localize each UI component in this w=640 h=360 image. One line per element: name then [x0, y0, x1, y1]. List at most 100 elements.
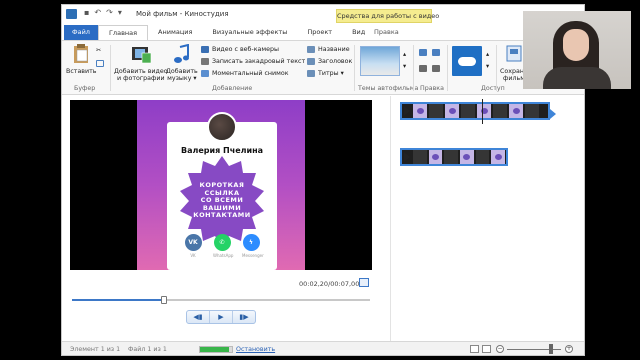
add-video-photos-button[interactable]: Добавить видео и фотографии: [114, 44, 168, 82]
cut-button[interactable]: ✂: [96, 45, 101, 55]
next-frame-button[interactable]: ▮▶: [233, 311, 255, 323]
share-group-label: Доступ: [481, 85, 505, 92]
rotate-left-button[interactable]: [419, 47, 427, 57]
stop-link[interactable]: Остановить: [236, 346, 275, 353]
group-separator: [354, 45, 355, 91]
previous-frame-icon: ◀▮: [193, 313, 203, 321]
trim-icon: [419, 64, 427, 72]
split-button[interactable]: [432, 63, 440, 73]
video-preview[interactable]: Валерия Пчелина КОРОТКАЯ ССЫЛКА СО ВСЕМИ…: [70, 100, 372, 270]
tab-home[interactable]: Главная: [97, 25, 149, 40]
storyboard-playhead[interactable]: [482, 99, 483, 124]
rotate-right-icon: [432, 48, 440, 56]
trim-button[interactable]: [419, 63, 427, 73]
webcam-icon: [201, 45, 209, 53]
seek-bar[interactable]: [72, 296, 370, 304]
clip-frame: [525, 104, 539, 118]
tab-edit[interactable]: Правка: [364, 25, 409, 40]
group-separator: [496, 45, 497, 91]
status-bar: Элемент 1 из 1 Файл 1 из 1 Остановить − …: [62, 341, 584, 355]
title-button[interactable]: Название: [307, 44, 350, 54]
messenger-icon: ϟ: [242, 234, 260, 251]
theme-scroll-down[interactable]: ▾: [403, 61, 406, 71]
next-frame-icon: ▮▶: [239, 313, 249, 321]
add-group-label: Добавление: [212, 85, 253, 92]
webcam-overlay: [523, 11, 631, 89]
credits-button[interactable]: Титры ▾: [307, 68, 344, 78]
camera-icon: [201, 69, 209, 77]
caption-button[interactable]: Заголовок: [307, 56, 352, 66]
quick-access-toolbar: ▪ ↶ ↷ ▾: [84, 8, 122, 17]
share-scroll-up[interactable]: ▴: [486, 49, 489, 59]
preview-frame-content: Валерия Пчелина КОРОТКАЯ ССЫЛКА СО ВСЕМИ…: [137, 100, 305, 270]
save-icon[interactable]: ▪: [84, 8, 89, 17]
add-music-label-2: музыку ▾: [167, 75, 197, 82]
file-progress-fill: [200, 347, 230, 352]
share-scroll-down[interactable]: ▾: [486, 61, 489, 71]
tab-file[interactable]: Файл: [64, 25, 98, 40]
paste-label: Вставить: [66, 68, 97, 75]
cut-icon: ✂: [96, 46, 102, 54]
theme-scroll-up[interactable]: ▴: [403, 49, 406, 59]
clip-frame: [413, 150, 427, 164]
snapshot-button[interactable]: Моментальный снимок: [201, 68, 289, 78]
zoom-slider-thumb[interactable]: [549, 344, 554, 354]
add-video-photos-label-1: Добавить видео: [114, 68, 168, 75]
play-button[interactable]: ▶: [210, 311, 233, 323]
movie-maker-window: ▪ ↶ ↷ ▾ Мой фильм - Киностудия Средства …: [61, 4, 585, 356]
credits-icon: [307, 69, 315, 77]
storyboard-view-icon[interactable]: [470, 345, 479, 353]
profile-name: Валерия Пчелина: [180, 146, 264, 155]
add-music-button[interactable]: Добавить музыку ▾: [166, 43, 198, 82]
clip-frame: [429, 104, 443, 118]
file-progress-bar: [199, 346, 233, 353]
paste-button[interactable]: Вставить: [66, 44, 97, 75]
caption-icon: [307, 57, 315, 65]
tab-animation[interactable]: Анимация: [148, 25, 202, 40]
record-narration-button[interactable]: Записать закадровый текст ▾: [201, 56, 310, 66]
fullscreen-button[interactable]: [359, 278, 369, 287]
film-photo-icon: [131, 47, 152, 64]
copy-icon: [96, 59, 104, 67]
window-title: Мой фильм - Киностудия: [136, 10, 229, 18]
clip-start-marker-icon: [404, 106, 410, 116]
clip-start-marker-icon: [404, 152, 410, 162]
avatar: [207, 112, 237, 142]
customize-qat-icon[interactable]: ▾: [118, 8, 122, 17]
social-label: WhatsApp: [213, 253, 234, 258]
thumbnail-size-icon[interactable]: [482, 345, 491, 353]
redo-icon[interactable]: ↷: [106, 8, 113, 17]
title-bar: ▪ ↶ ↷ ▾ Мой фильм - Киностудия Средства …: [62, 5, 584, 23]
whatsapp-icon: ✆: [213, 234, 231, 251]
onedrive-cloud-icon: [458, 56, 476, 66]
seek-bar-thumb[interactable]: [161, 296, 168, 304]
caption-button-label: Заголовок: [318, 57, 353, 65]
storyboard-clip[interactable]: [400, 102, 550, 120]
autotheme-thumbnail[interactable]: [360, 46, 400, 76]
tab-visual-effects[interactable]: Визуальные эффекты: [202, 25, 297, 40]
webcam-video-button[interactable]: Видео с веб-камеры: [201, 44, 279, 54]
zoom-in-button[interactable]: +: [565, 345, 573, 353]
undo-icon[interactable]: ↶: [94, 8, 101, 17]
group-separator: [447, 45, 448, 91]
clipboard-group-label: Буфер: [74, 85, 96, 92]
profile-card: Валерия Пчелина КОРОТКАЯ ССЫЛКА СО ВСЕМИ…: [167, 112, 277, 270]
badge-text: КОРОТКАЯ ССЫЛКА СО ВСЕМИ ВАШИМИ КОНТАКТА…: [193, 182, 250, 220]
credits-button-label: Титры ▾: [318, 69, 344, 77]
onedrive-share-button[interactable]: [452, 46, 482, 76]
rotate-right-button[interactable]: [432, 47, 440, 57]
clip-frame: [460, 150, 474, 164]
previous-frame-button[interactable]: ◀▮: [187, 311, 210, 323]
webcam-video-label: Видео с веб-камеры: [212, 45, 279, 53]
clip-end-arrow-icon: [550, 109, 556, 119]
group-separator: [413, 45, 414, 91]
storyboard-clip[interactable]: [400, 148, 508, 166]
zoom-out-button[interactable]: −: [496, 345, 504, 353]
pane-divider[interactable]: [390, 96, 391, 341]
ribbon-home: Вставить ✂ Буфер Добавить видео и фотогр…: [62, 40, 584, 95]
clip-frame: [477, 104, 491, 118]
copy-button[interactable]: [96, 58, 104, 68]
tab-project[interactable]: Проект: [297, 25, 342, 40]
title-button-label: Название: [318, 45, 350, 53]
app-icon: [66, 9, 77, 19]
